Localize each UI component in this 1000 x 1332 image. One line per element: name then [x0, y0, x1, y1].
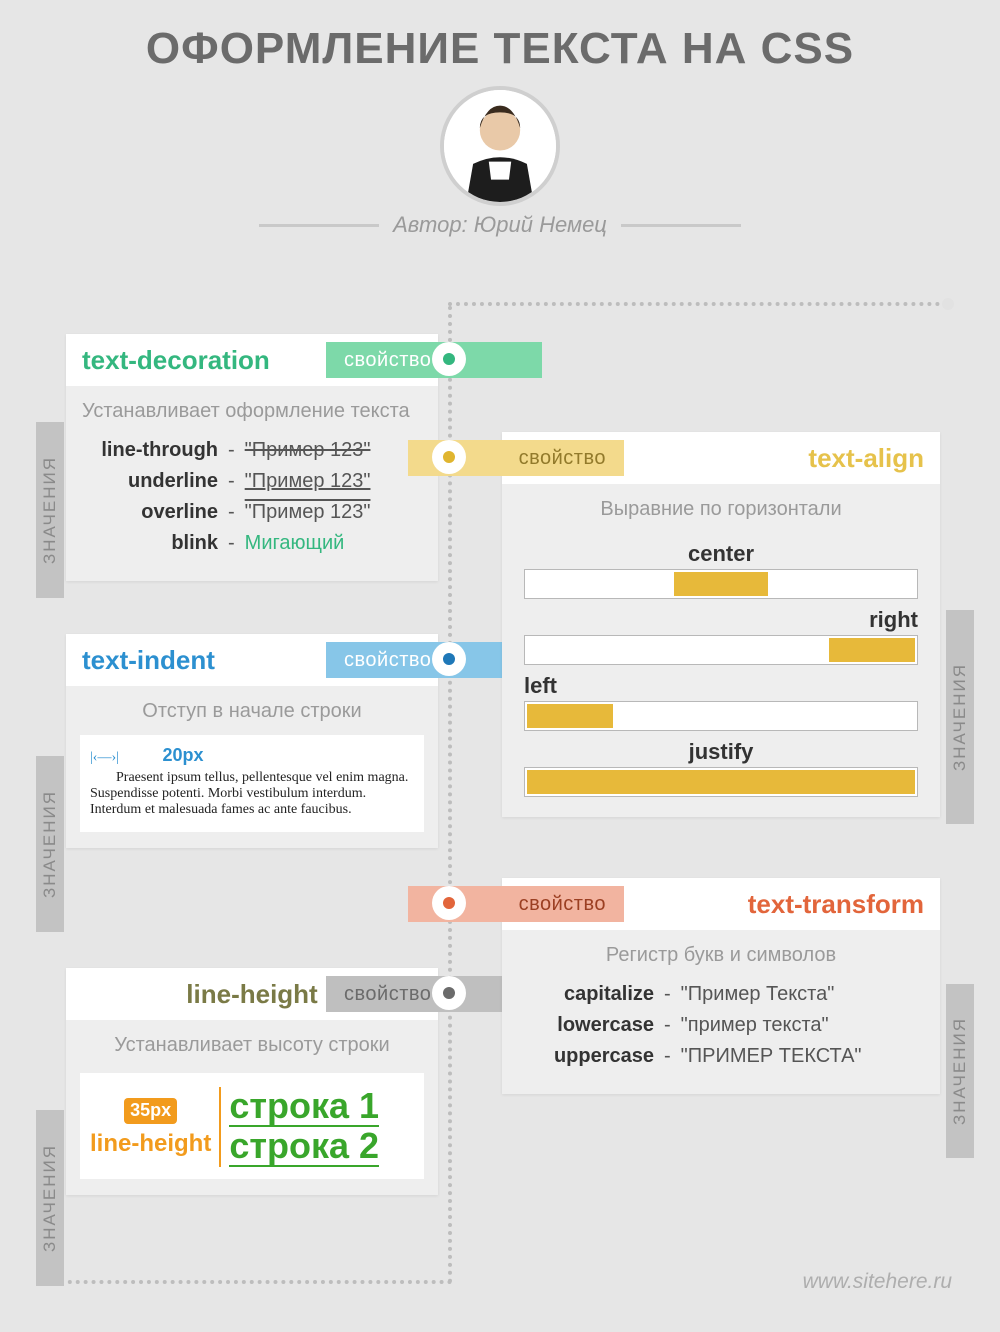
sample-paragraph: Praesent ipsum tellus, pellentesque vel … — [90, 770, 414, 818]
node-dot — [432, 886, 466, 920]
value-name: right — [524, 607, 918, 633]
align-bar-center — [524, 569, 918, 599]
author-name: Юрий Немец — [474, 212, 607, 237]
align-bar-left — [524, 701, 918, 731]
values-label: ЗНАЧЕНИЯ — [36, 756, 64, 932]
value-example: "Пример Текста" — [681, 983, 835, 1006]
value-name: overline — [68, 501, 218, 524]
timeline-bottom — [52, 1280, 452, 1284]
value-name: capitalize — [516, 983, 654, 1006]
property-desc: Регистр букв и символов — [502, 930, 940, 975]
property-desc: Устанавливает высоту строки — [66, 1020, 438, 1065]
value-example: "Пример 123" — [245, 470, 371, 493]
property-desc: Отступ в начале строки — [66, 686, 438, 731]
card-text-decoration: text-decoration свойство Устанавливает о… — [66, 334, 438, 581]
values-label: ЗНАЧЕНИЯ — [946, 610, 974, 824]
value-example: "Пример 123" — [245, 501, 371, 524]
line-height-label: line-height — [90, 1130, 211, 1157]
avatar — [440, 86, 560, 206]
indent-illustration: |‹—›| 20px Praesent ipsum tellus, pellen… — [80, 735, 424, 832]
values-label: ЗНАЧЕНИЯ — [946, 984, 974, 1158]
card-text-align: свойство text-align Выравние по горизонт… — [502, 432, 940, 817]
value-example: "ПРИМЕР ТЕКСТА" — [681, 1045, 862, 1068]
indent-value: 20px — [162, 745, 203, 765]
property-desc: Выравние по горизонтали — [502, 484, 940, 529]
value-name: underline — [68, 470, 218, 493]
page-title: ОФОРМЛЕНИЕ ТЕКСТА НА CSS — [0, 0, 1000, 74]
value-example: "пример текста" — [681, 1014, 829, 1037]
value-name: uppercase — [516, 1045, 654, 1068]
sample-line-2: строка 2 — [229, 1127, 379, 1167]
align-bar-right — [524, 635, 918, 665]
divider — [621, 224, 741, 227]
card-line-height: line-height свойство Устанавливает высот… — [66, 968, 438, 1195]
timeline-top — [448, 302, 948, 306]
value-name: left — [524, 673, 918, 699]
value-name: justify — [524, 739, 918, 765]
node-dot — [432, 440, 466, 474]
divider — [259, 224, 379, 227]
value-name: center — [524, 541, 918, 567]
line-height-value: 35px — [124, 1098, 177, 1124]
line-height-illustration: 35px line-height строка 1 строка 2 — [80, 1073, 424, 1179]
watermark: www.sitehere.ru — [803, 1270, 952, 1294]
sample-line-1: строка 1 — [229, 1087, 379, 1127]
property-desc: Устанавливает оформление текста — [66, 386, 438, 431]
value-name: lowercase — [516, 1014, 654, 1037]
value-name: blink — [68, 532, 218, 555]
author-prefix: Автор: — [393, 212, 468, 237]
node-dot — [432, 642, 466, 676]
node-dot — [432, 342, 466, 376]
card-text-indent: text-indent свойство Отступ в начале стр… — [66, 634, 438, 848]
value-name: line-through — [68, 439, 218, 462]
node-dot — [432, 976, 466, 1010]
value-example: Мигающий — [245, 532, 345, 555]
card-text-transform: свойство text-transform Регистр букв и с… — [502, 878, 940, 1094]
align-bar-justify — [524, 767, 918, 797]
values-label: ЗНАЧЕНИЯ — [36, 1110, 64, 1286]
author-line: Автор: Юрий Немец — [0, 212, 1000, 238]
values-label: ЗНАЧЕНИЯ — [36, 422, 64, 598]
value-example: "Пример 123" — [245, 439, 371, 462]
